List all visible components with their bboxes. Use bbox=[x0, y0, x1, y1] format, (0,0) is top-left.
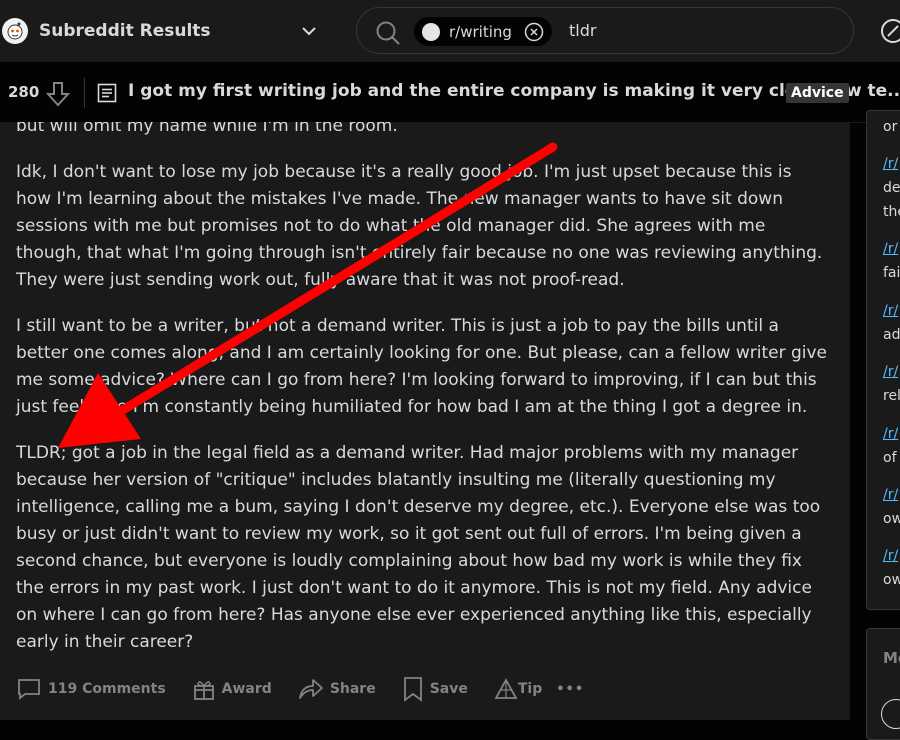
paragraph: but will omit my name while I'm in the r… bbox=[16, 122, 398, 136]
comments-button[interactable]: 119 Comments bbox=[16, 677, 166, 701]
more-options-button[interactable]: ••• bbox=[556, 682, 584, 697]
tip-label: Tip bbox=[517, 681, 543, 697]
gift-icon bbox=[193, 681, 214, 700]
paragraph: TLDR; got a job in the legal field as a … bbox=[16, 443, 821, 652]
sidebar-text: de bbox=[883, 180, 900, 196]
sidebar-text: of bbox=[883, 450, 897, 466]
sidebar-link[interactable]: /r/ bbox=[883, 487, 898, 503]
search-bar[interactable]: r/writing tldr bbox=[356, 7, 854, 54]
sidebar-link[interactable]: /r/ bbox=[883, 241, 898, 257]
sidebar-text: fai bbox=[883, 265, 900, 281]
more-icon: ••• bbox=[556, 681, 585, 697]
post-title[interactable]: I got my first writing job and the entir… bbox=[128, 81, 900, 101]
sidebar-text: ad bbox=[883, 327, 900, 343]
top-bar: Subreddit Results r/writing tldr bbox=[0, 0, 900, 62]
sidebar-link[interactable]: /r/ bbox=[883, 364, 898, 380]
chevron-down-icon[interactable] bbox=[300, 22, 318, 40]
search-filter-chip[interactable]: r/writing bbox=[414, 17, 552, 46]
save-button[interactable]: Save bbox=[402, 676, 468, 702]
post-header-bar: 280 I got my first writing job and the e… bbox=[0, 64, 900, 123]
more-panel: Mo bbox=[866, 628, 900, 740]
sidebar-text: or bbox=[883, 119, 898, 135]
share-label: Share bbox=[329, 681, 376, 697]
text-post-icon bbox=[97, 83, 117, 103]
paragraph: Idk, I don't want to lose my job because… bbox=[16, 162, 823, 290]
close-icon[interactable] bbox=[524, 22, 544, 42]
vote-count: 280 bbox=[8, 83, 40, 101]
community-switcher[interactable]: Subreddit Results bbox=[0, 14, 211, 48]
post-text: but will omit my name while I'm in the r… bbox=[16, 122, 831, 675]
sidebar-text: the bbox=[883, 204, 900, 220]
share-icon bbox=[298, 679, 323, 699]
sidebar-link[interactable]: /r/ bbox=[883, 156, 898, 172]
award-button[interactable]: Award bbox=[192, 677, 272, 701]
share-button[interactable]: Share bbox=[298, 677, 376, 701]
sidebar-link[interactable]: /r/ bbox=[883, 303, 898, 319]
comment-icon bbox=[18, 679, 40, 700]
reddit-avatar-icon bbox=[2, 18, 28, 44]
award-label: Award bbox=[221, 681, 272, 697]
sidebar-link[interactable]: /r/ bbox=[883, 426, 898, 442]
avatar[interactable] bbox=[881, 699, 900, 729]
post-body: but will omit my name while I'm in the r… bbox=[0, 122, 850, 720]
divider bbox=[84, 78, 85, 108]
sidebar-text: ow bbox=[883, 572, 900, 588]
explore-icon[interactable] bbox=[880, 18, 900, 44]
tip-button[interactable]: Tip bbox=[494, 678, 542, 700]
sidebar-text: ow bbox=[883, 511, 900, 527]
community-label: Subreddit Results bbox=[39, 21, 211, 41]
post-flair[interactable]: Advice bbox=[786, 83, 849, 103]
sidebar-text: rel bbox=[883, 388, 900, 404]
search-input[interactable]: tldr bbox=[569, 21, 596, 40]
related-communities-panel: or /r/ de the /r/ fai /r/ ad /r/ rel /r/… bbox=[866, 110, 900, 610]
save-label: Save bbox=[429, 681, 468, 697]
chip-label: r/writing bbox=[449, 22, 512, 41]
tip-icon bbox=[494, 678, 518, 699]
comments-label: 119 Comments bbox=[48, 681, 166, 697]
search-icon bbox=[376, 21, 400, 45]
bookmark-icon bbox=[403, 677, 422, 702]
post-actions: 119 Comments Award Share Save Tip ••• bbox=[16, 676, 610, 702]
paragraph: I still want to be a writer, but not a d… bbox=[16, 316, 827, 417]
panel-heading: Mo bbox=[883, 649, 900, 667]
sidebar-link[interactable]: /r/ bbox=[883, 548, 898, 564]
subreddit-avatar-icon bbox=[422, 22, 440, 41]
downvote-icon[interactable] bbox=[46, 81, 70, 107]
